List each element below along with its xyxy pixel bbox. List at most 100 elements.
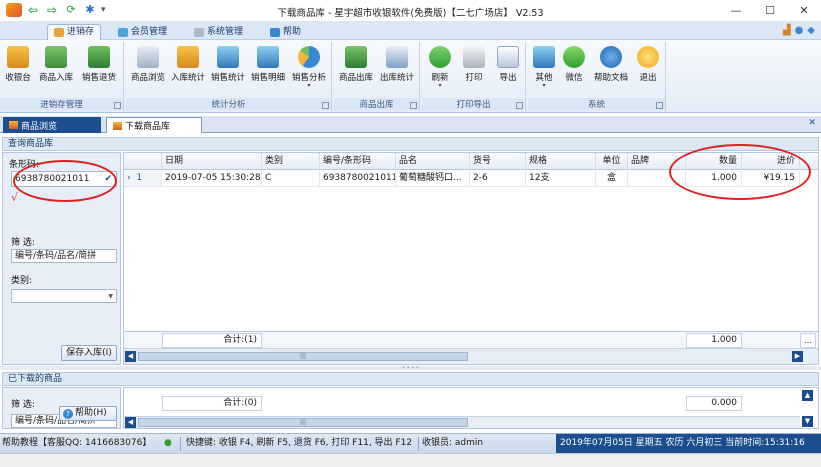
doc-tab-download-library[interactable]: 下载商品库 xyxy=(106,117,202,133)
close-button[interactable]: ✕ xyxy=(787,0,821,22)
exit-button[interactable]: 退出 xyxy=(634,44,662,83)
group-launcher-icon[interactable] xyxy=(114,102,121,109)
cell-price[interactable]: ¥19.15 xyxy=(742,171,800,187)
cell-spec[interactable]: 12支 xyxy=(526,171,596,187)
column-header-price[interactable]: 进价 xyxy=(742,153,800,170)
stock-out-button[interactable]: 商品出库 xyxy=(336,44,376,83)
cell-date[interactable]: 2019-07-05 15:30:28 xyxy=(162,171,262,187)
help-circle-icon[interactable]: ● xyxy=(795,25,804,36)
group-launcher-icon[interactable] xyxy=(516,102,523,109)
column-header-unit[interactable]: 单位 xyxy=(596,153,628,170)
save-to-stock-button[interactable]: 保存入库(I) xyxy=(61,345,117,361)
tab-system-admin[interactable]: 系统管理 xyxy=(188,24,249,40)
group-launcher-icon[interactable] xyxy=(322,102,329,109)
export-button[interactable]: 导出 xyxy=(492,44,524,83)
help-icon: ? xyxy=(63,408,73,419)
window-title: 下载商品库 - 星宇超市收银软件(免费版)【二七广场店】 V2.53 xyxy=(277,8,544,19)
horizontal-scrollbar[interactable]: ◀ ||| ▶ xyxy=(124,348,818,364)
column-header-qty[interactable]: 数量 xyxy=(686,153,742,170)
scroll-thumb[interactable]: ||| xyxy=(138,418,468,427)
window-controls: — ☐ ✕ xyxy=(719,0,821,22)
printer-icon xyxy=(463,46,485,68)
cell-name[interactable]: 葡萄糖酸钙口... xyxy=(396,171,470,187)
panel-splitter[interactable]: • • • • xyxy=(0,366,821,371)
category-select[interactable]: ▼ xyxy=(11,289,117,303)
downloaded-summary-count: 合计:(0) xyxy=(162,396,262,411)
scroll-left-icon[interactable]: ◀ xyxy=(125,351,136,362)
column-header-date[interactable]: 日期 xyxy=(162,153,262,170)
print-button[interactable]: 打印 xyxy=(458,44,490,83)
cell-category[interactable]: C xyxy=(262,171,320,187)
stock-out-stats-icon xyxy=(386,46,408,68)
sales-return-button[interactable]: 销售退货 xyxy=(78,44,120,83)
scroll-down-icon[interactable]: ▼ xyxy=(802,416,813,427)
tab-help[interactable]: 帮助 xyxy=(264,24,307,40)
stock-in-stats-button[interactable]: 入库统计 xyxy=(168,44,208,83)
dropdown-arrow-icon: ▾ xyxy=(307,82,311,89)
cashier-icon xyxy=(7,46,29,68)
group-launcher-icon[interactable] xyxy=(410,102,417,109)
wechat-button[interactable]: 微信 xyxy=(560,44,588,83)
sales-analysis-button[interactable]: 销售分析 ▾ xyxy=(288,44,330,89)
downloaded-filter-panel: 筛 选: 编号/条码/品名/简拼 ? 帮助(H) xyxy=(2,387,121,429)
sales-detail-button[interactable]: 销售明细 xyxy=(248,44,288,83)
status-help-contact[interactable]: 帮助教程【客服QQ: 1416683076】 xyxy=(2,434,151,453)
column-header-item-no[interactable]: 货号 xyxy=(470,153,526,170)
column-header-filler xyxy=(800,153,818,170)
theme-icon[interactable]: ◆ xyxy=(807,25,815,36)
summary-more-icon[interactable]: … xyxy=(800,333,816,348)
doc-tab-product-browse[interactable]: 商品浏览 xyxy=(3,117,101,133)
downloaded-grid: 合计:(0) 0.000 ▲ ▼ ◀ ||| xyxy=(123,387,819,429)
downloaded-horizontal-scrollbar[interactable]: ◀ ||| xyxy=(124,416,800,428)
scroll-thumb[interactable]: ||| xyxy=(138,352,468,361)
close-tab-icon[interactable]: ✕ xyxy=(808,118,816,128)
sales-stats-button[interactable]: 销售统计 xyxy=(208,44,248,83)
wechat-status-icon[interactable]: ● xyxy=(164,434,172,453)
dropdown-check-icon[interactable]: ✔ xyxy=(104,172,112,186)
help-docs-button[interactable]: 帮助文档 xyxy=(590,44,632,83)
barcode-input[interactable]: 6938780021011 ✔ xyxy=(11,171,117,187)
refresh-button[interactable]: 刷新 ▾ xyxy=(424,44,456,89)
filter-label: 筛 选: xyxy=(11,238,35,248)
power-icon xyxy=(637,46,659,68)
row-indicator[interactable]: › 1 xyxy=(124,171,162,187)
downloaded-section-header: 已下载的商品 xyxy=(2,372,819,386)
pie-chart-icon xyxy=(298,46,320,68)
minimize-button[interactable]: — xyxy=(719,0,753,22)
cell-code[interactable]: 6938780021011 xyxy=(320,171,396,187)
stock-out-stats-button[interactable]: 出库统计 xyxy=(376,44,418,83)
taskbar-strip xyxy=(0,453,821,467)
stock-in-icon xyxy=(45,46,67,68)
product-browse-button[interactable]: 商品浏览 xyxy=(128,44,168,83)
refresh-arrows-icon xyxy=(429,46,451,68)
filter-input[interactable]: 编号/条码/品名/简拼 xyxy=(11,249,117,263)
scroll-right-icon[interactable]: ▶ xyxy=(792,351,803,362)
query-panel: 条形码: 6938780021011 ✔ √ 筛 选: 编号/条码/品名/简拼 … xyxy=(2,152,121,365)
column-header-category[interactable]: 类别 xyxy=(262,153,320,170)
row-pointer-icon: › xyxy=(127,173,131,183)
cashier-button[interactable]: 收银台 xyxy=(2,44,34,83)
cell-brand[interactable] xyxy=(628,171,686,187)
other-button[interactable]: 其他 ▾ xyxy=(530,44,558,89)
group-launcher-icon[interactable] xyxy=(656,102,663,109)
help-button[interactable]: ? 帮助(H) xyxy=(59,406,117,421)
pencil-icon xyxy=(194,27,204,37)
cell-qty[interactable]: 1.000 xyxy=(686,171,742,187)
ribbon: 收银台 商品入库 销售退货 进销存管理 商品浏览 入库统计 销售统计 销售明细 xyxy=(0,40,821,113)
column-header-brand[interactable]: 品牌 xyxy=(628,153,686,170)
column-header-name[interactable]: 品名 xyxy=(396,153,470,170)
group-system: 其他 ▾ 微信 帮助文档 退出 系统 xyxy=(528,42,666,111)
tab-members[interactable]: 会员管理 xyxy=(112,24,173,40)
tab-inventory[interactable]: 进销存 xyxy=(47,24,102,40)
cell-unit[interactable]: 盒 xyxy=(596,171,628,187)
column-header-code[interactable]: 编号/条形码 xyxy=(320,153,396,170)
cart-icon[interactable]: ▟ xyxy=(783,25,791,36)
stock-in-button[interactable]: 商品入库 xyxy=(35,44,77,83)
maximize-button[interactable]: ☐ xyxy=(753,0,787,22)
column-header-spec[interactable]: 规格 xyxy=(526,153,596,170)
scroll-left-icon[interactable]: ◀ xyxy=(125,417,136,428)
ribbon-tab-bar: 进销存 会员管理 系统管理 帮助 ▟ ● ◆ xyxy=(0,22,821,40)
grid-apps-icon xyxy=(533,46,555,68)
scroll-up-icon[interactable]: ▲ xyxy=(802,390,813,401)
cell-item-no[interactable]: 2-6 xyxy=(470,171,526,187)
